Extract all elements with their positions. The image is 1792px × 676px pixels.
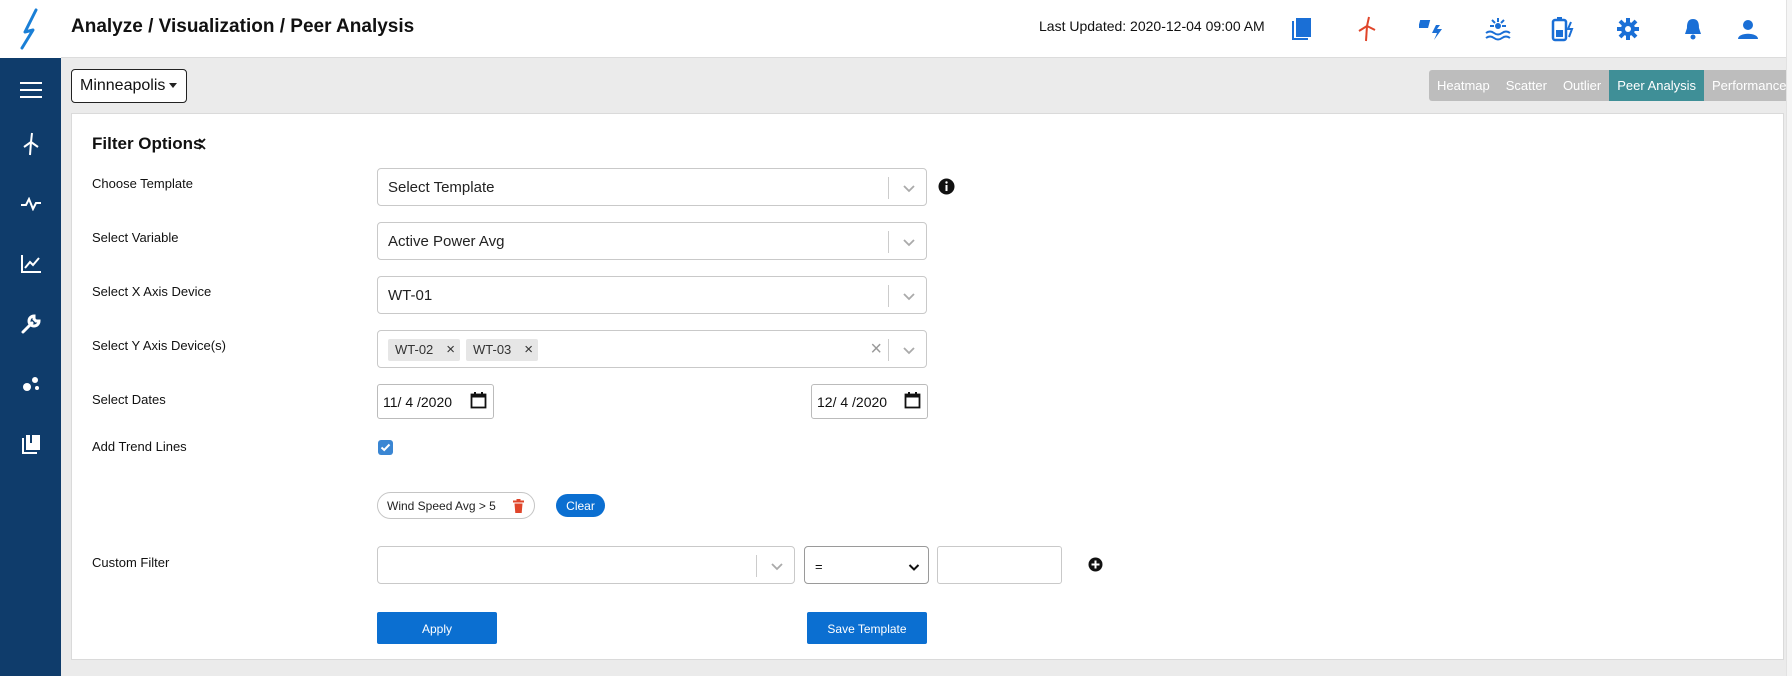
wrench-icon[interactable] <box>0 304 61 344</box>
solar-energy-icon[interactable] <box>1415 12 1449 46</box>
caret-down-icon <box>169 83 178 89</box>
y-axis-devices-select[interactable]: WT-02 × WT-03 × × <box>377 330 927 368</box>
start-date-value: 11/ 4 /2020 <box>383 394 453 410</box>
variable-select-value: Active Power Avg <box>388 233 505 250</box>
y-axis-devices-label: Select Y Axis Device(s) <box>92 338 226 353</box>
variable-select[interactable]: Active Power Avg <box>377 222 927 260</box>
add-filter-icon[interactable] <box>1088 557 1103 577</box>
select-dates-label: Select Dates <box>92 392 166 407</box>
device-chip: WT-03 × <box>466 339 538 361</box>
start-date-input[interactable]: 11/ 4 /2020 <box>377 384 494 419</box>
x-axis-device-label: Select X Axis Device <box>92 284 212 299</box>
save-template-button[interactable]: Save Template <box>807 612 927 644</box>
app-logo[interactable] <box>0 0 61 58</box>
x-axis-device-value: WT-01 <box>388 287 433 304</box>
operator-select[interactable]: = <box>804 546 929 584</box>
chevron-down-icon[interactable] <box>902 235 916 253</box>
device-chip-label: WT-02 <box>395 342 434 357</box>
checkmark-icon <box>380 443 391 452</box>
collapse-chevrons-icon[interactable] <box>197 136 207 157</box>
custom-filter-field-select[interactable] <box>377 546 795 584</box>
last-updated-text: Last Updated: 2020-12-04 09:00 AM <box>1039 18 1265 34</box>
calendar-icon[interactable] <box>904 392 921 412</box>
pulse-icon[interactable] <box>0 184 61 224</box>
apply-button[interactable]: Apply <box>377 612 497 644</box>
info-icon[interactable] <box>938 178 955 200</box>
tab-performance[interactable]: Performance <box>1704 70 1792 101</box>
select-separator <box>888 339 889 361</box>
custom-filter-label: Custom Filter <box>92 555 170 570</box>
device-chip-label: WT-03 <box>473 342 512 357</box>
select-separator <box>888 177 889 199</box>
select-separator <box>756 555 757 577</box>
tab-scatter[interactable]: Scatter <box>1497 70 1555 101</box>
active-filter-text: Wind Speed Avg > 5 <box>387 499 496 513</box>
battery-icon[interactable] <box>1546 12 1580 46</box>
user-icon[interactable] <box>1731 12 1765 46</box>
end-date-input[interactable]: 12/ 4 /2020 <box>811 384 928 419</box>
chevron-down-icon[interactable] <box>770 559 784 577</box>
clear-all-icon[interactable]: × <box>870 339 882 359</box>
clear-filters-button[interactable]: Clear <box>556 494 605 517</box>
remove-chip-icon[interactable]: × <box>446 341 455 358</box>
tab-heatmap[interactable]: Heatmap <box>1429 70 1498 101</box>
line-chart-icon[interactable] <box>0 244 61 284</box>
remove-chip-icon[interactable]: × <box>524 341 533 358</box>
template-select[interactable]: Select Template <box>377 168 927 206</box>
select-separator <box>888 285 889 307</box>
trash-icon[interactable] <box>513 499 524 516</box>
template-select-value: Select Template <box>388 179 495 196</box>
trend-lines-label: Add Trend Lines <box>92 439 187 454</box>
active-filter-pill: Wind Speed Avg > 5 <box>377 492 535 519</box>
wind-turbine-icon[interactable] <box>1350 12 1384 46</box>
filter-options-title: Filter Options <box>92 134 203 153</box>
chevron-down-icon[interactable] <box>902 181 916 199</box>
view-tabs: Heatmap Scatter Outlier Peer Analysis Pe… <box>1429 70 1792 101</box>
menu-icon[interactable] <box>0 70 61 110</box>
calendar-icon[interactable] <box>470 392 487 412</box>
lightning-logo-icon <box>20 8 37 50</box>
chevron-down-icon[interactable] <box>902 343 916 361</box>
choose-template-label: Choose Template <box>92 176 193 191</box>
book-icon[interactable] <box>1285 12 1319 46</box>
scatter-icon[interactable] <box>0 364 61 404</box>
end-date-value: 12/ 4 /2020 <box>817 394 888 410</box>
chevron-down-icon[interactable] <box>902 289 916 307</box>
hydro-icon[interactable] <box>1481 12 1515 46</box>
chevron-down-icon <box>908 560 920 575</box>
device-chip: WT-02 × <box>388 339 460 361</box>
x-axis-device-select[interactable]: WT-01 <box>377 276 927 314</box>
select-separator <box>888 231 889 253</box>
breadcrumb: Analyze / Visualization / Peer Analysis <box>71 16 415 37</box>
trend-lines-checkbox[interactable] <box>378 440 393 455</box>
tab-outlier[interactable]: Outlier <box>1554 70 1610 101</box>
gear-icon[interactable] <box>1611 12 1645 46</box>
sidebar <box>0 0 61 676</box>
top-bar: Analyze / Visualization / Peer Analysis … <box>61 0 1792 58</box>
library-icon[interactable] <box>0 424 61 464</box>
site-selector-value: Minneapolis <box>80 77 166 94</box>
site-selector[interactable]: Minneapolis <box>71 69 187 103</box>
scrollbar[interactable] <box>1786 0 1792 676</box>
custom-filter-value-input[interactable] <box>937 546 1062 584</box>
bell-icon[interactable] <box>1676 12 1710 46</box>
tab-peer-analysis[interactable]: Peer Analysis <box>1609 70 1704 101</box>
wind-turbine-icon[interactable] <box>0 124 61 164</box>
select-variable-label: Select Variable <box>92 230 179 245</box>
operator-value: = <box>815 559 823 574</box>
